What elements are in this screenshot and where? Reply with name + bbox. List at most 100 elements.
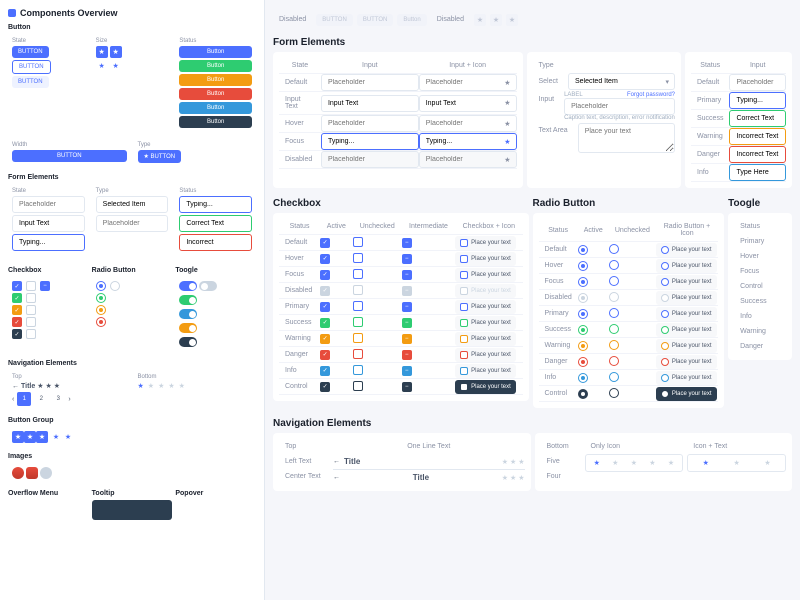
section-button: Button: [8, 24, 256, 31]
disabled-button: BUTTON: [316, 14, 353, 26]
checkbox-chip[interactable]: Place your text: [455, 332, 516, 346]
page-title: Components Overview: [8, 8, 256, 18]
radio-active[interactable]: [578, 245, 588, 255]
radio-unchecked[interactable]: [609, 388, 619, 398]
checkbox-unchecked[interactable]: [353, 237, 363, 247]
radio-chip[interactable]: Place your text: [656, 355, 717, 369]
radio-chip[interactable]: Place your text: [656, 275, 717, 289]
checkbox-intermediate[interactable]: −: [402, 238, 412, 248]
avatar: [12, 467, 24, 479]
radio-active[interactable]: [578, 341, 588, 351]
radio-active[interactable]: [578, 389, 588, 399]
checkbox-intermediate[interactable]: −: [402, 318, 412, 328]
chevron-down-icon[interactable]: ▾: [665, 78, 669, 86]
radio-chip[interactable]: Place your text: [656, 307, 717, 321]
back-icon[interactable]: ←: [333, 458, 340, 465]
checkbox-active[interactable]: ✓: [320, 270, 330, 280]
checkbox-chip[interactable]: Place your text: [455, 300, 516, 314]
input-focus[interactable]: [321, 133, 419, 150]
textarea[interactable]: [578, 123, 675, 153]
radio-unchecked[interactable]: [609, 324, 619, 334]
form-state-table: StateInputInput + Icon Default★ Input Te…: [279, 58, 517, 169]
checkbox-active[interactable]: ✓: [320, 334, 330, 344]
checkbox-unchecked[interactable]: [353, 349, 363, 359]
checkbox-active[interactable]: ✓: [320, 350, 330, 360]
radio-unchecked[interactable]: [609, 340, 619, 350]
checkbox-unchecked[interactable]: [353, 365, 363, 375]
checkbox-active[interactable]: ✓: [320, 238, 330, 248]
checkbox-unchecked[interactable]: [353, 253, 363, 263]
checkbox-intermediate[interactable]: −: [402, 270, 412, 280]
checkbox-chip[interactable]: Place your text: [455, 380, 516, 394]
checkbox-active[interactable]: ✓: [320, 286, 330, 296]
checkbox-active[interactable]: ✓: [320, 318, 330, 328]
logo-icon: [8, 9, 16, 17]
checkbox-unchecked[interactable]: [353, 301, 363, 311]
radio-chip[interactable]: Place your text: [656, 339, 717, 353]
radio-unchecked[interactable]: [609, 276, 619, 286]
radio-chip[interactable]: Place your text: [656, 291, 717, 305]
select-input[interactable]: [568, 73, 675, 90]
radio-chip[interactable]: Place your text: [656, 259, 717, 273]
input-disabled: [321, 151, 419, 168]
checkbox-intermediate[interactable]: −: [402, 286, 412, 296]
nav-title: Title: [344, 457, 360, 466]
radio-active[interactable]: [578, 325, 588, 335]
radio-unchecked[interactable]: [609, 244, 619, 254]
radio-unchecked[interactable]: [609, 260, 619, 270]
button-outline[interactable]: BUTTON: [12, 60, 51, 74]
radio-active[interactable]: [578, 309, 588, 319]
checkbox-chip[interactable]: Place your text: [455, 348, 516, 362]
checkbox-chip[interactable]: Place your text: [455, 316, 516, 330]
radio-unchecked[interactable]: [609, 356, 619, 366]
section-checkbox: Checkbox: [8, 267, 89, 274]
section-btngroup: Button Group: [8, 417, 256, 424]
radio-active[interactable]: [578, 261, 588, 271]
radio-chip[interactable]: Place your text: [656, 371, 717, 385]
input-default[interactable]: [12, 196, 85, 213]
checkbox-unchecked[interactable]: [353, 285, 363, 295]
checkbox-active[interactable]: ✓: [320, 366, 330, 376]
checkbox-chip[interactable]: Place your text: [455, 252, 516, 266]
button-ghost[interactable]: BUTTON: [12, 76, 49, 88]
checkbox-intermediate[interactable]: −: [402, 350, 412, 360]
section-form: Form Elements: [8, 174, 256, 181]
star-icon: ★: [504, 79, 510, 87]
radio-active[interactable]: [578, 357, 588, 367]
star-icon[interactable]: ★: [594, 459, 600, 467]
radio-active[interactable]: [578, 373, 588, 383]
icon-button[interactable]: ★: [96, 46, 108, 58]
checkbox-intermediate[interactable]: −: [402, 382, 412, 392]
radio-unchecked[interactable]: [609, 292, 619, 302]
checkbox-unchecked[interactable]: [353, 333, 363, 343]
radio-active[interactable]: [578, 277, 588, 287]
radio-table: StatusActiveUncheckedRadio Button + Icon…: [539, 219, 719, 402]
checkbox-intermediate[interactable]: −: [402, 366, 412, 376]
right-detail-panel: Disabled BUTTON BUTTON Button Disabled ★…: [265, 0, 800, 600]
checkbox-chip[interactable]: Place your text: [455, 268, 516, 282]
checkbox-intermediate[interactable]: −: [402, 302, 412, 312]
radio-chip[interactable]: Place your text: [656, 323, 717, 337]
input-placeholder[interactable]: [321, 74, 419, 91]
star-icon: ★: [474, 14, 486, 26]
radio-chip[interactable]: Place your text: [656, 387, 717, 401]
disabled-label: Disabled: [273, 12, 312, 27]
checkbox-intermediate[interactable]: −: [402, 254, 412, 264]
checkbox-chip[interactable]: Place your text: [455, 236, 516, 250]
radio-unchecked[interactable]: [609, 372, 619, 382]
checkbox-unchecked[interactable]: [353, 317, 363, 327]
form-elements-title: Form Elements: [273, 37, 792, 48]
radio-unchecked[interactable]: [609, 308, 619, 318]
checkbox-chip[interactable]: Place your text: [455, 284, 516, 298]
checkbox-unchecked[interactable]: [353, 269, 363, 279]
checkbox-active[interactable]: ✓: [320, 254, 330, 264]
section-toggle: Toogle: [175, 267, 256, 274]
checkbox-active[interactable]: ✓: [320, 382, 330, 392]
radio-chip[interactable]: Place your text: [656, 243, 717, 257]
radio-active[interactable]: [578, 293, 588, 303]
button-primary[interactable]: BUTTON: [12, 46, 49, 58]
checkbox-active[interactable]: ✓: [320, 302, 330, 312]
checkbox-chip[interactable]: Place your text: [455, 364, 516, 378]
checkbox-intermediate[interactable]: −: [402, 334, 412, 344]
checkbox-unchecked[interactable]: [353, 381, 363, 391]
